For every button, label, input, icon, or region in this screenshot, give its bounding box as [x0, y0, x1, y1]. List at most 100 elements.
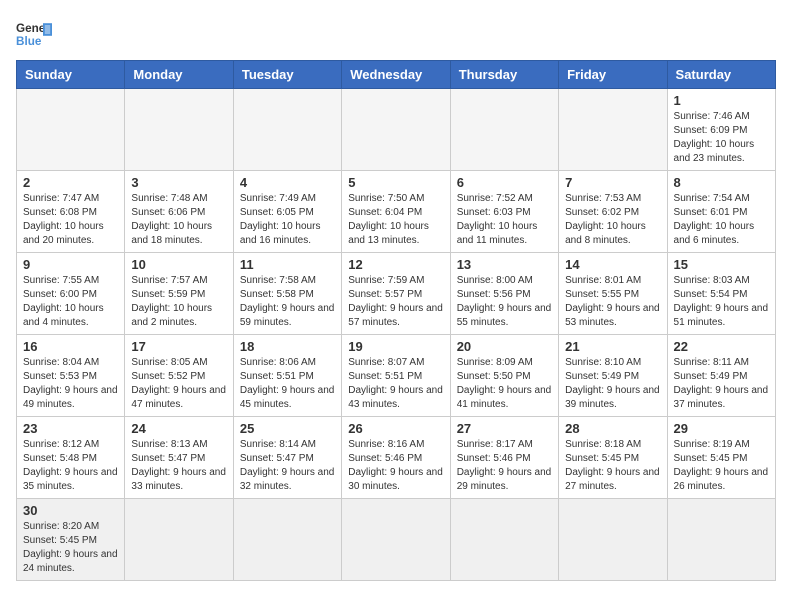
calendar-cell: 23 Sunrise: 8:12 AM Sunset: 5:48 PM Dayli…: [17, 417, 125, 499]
calendar: SundayMondayTuesdayWednesdayThursdayFrid…: [16, 60, 776, 581]
day-number: 22: [674, 339, 769, 354]
day-info: Sunrise: 8:12 AM Sunset: 5:48 PM Dayligh…: [23, 438, 118, 494]
day-info: Sunrise: 7:48 AM Sunset: 6:06 PM Dayligh…: [131, 192, 226, 248]
day-number: 29: [674, 421, 769, 436]
calendar-cell: 2Sunrise: 7:47 AM Sunset: 6:08 PM Daylig…: [17, 171, 125, 253]
weekday-header-monday: Monday: [125, 61, 233, 89]
calendar-cell: 24Sunrise: 8:13 AM Sunset: 5:47 PM Dayli…: [125, 417, 233, 499]
calendar-cell: [17, 89, 125, 171]
day-info: Sunrise: 8:20 AM Sunset: 5:45 PM Dayligh…: [23, 520, 118, 576]
day-info: Sunrise: 8:13 AM Sunset: 5:47 PM Dayligh…: [131, 438, 226, 494]
calendar-cell: 30 Sunrise: 8:20 AM Sunset: 5:45 PM Dayli…: [17, 499, 125, 581]
weekday-header-wednesday: Wednesday: [342, 61, 450, 89]
day-info: Sunrise: 7:46 AM Sunset: 6:09 PM Dayligh…: [674, 110, 769, 166]
week-row-5: 23 Sunrise: 8:12 AM Sunset: 5:48 PM Dayli…: [17, 417, 776, 499]
day-number: 19: [348, 339, 443, 354]
calendar-cell: [125, 499, 233, 581]
day-number: 23: [23, 421, 118, 436]
day-number: 20: [457, 339, 552, 354]
calendar-cell: 16 Sunrise: 8:04 AM Sunset: 5:53 PM Dayli…: [17, 335, 125, 417]
day-info: Sunrise: 7:55 AM Sunset: 6:00 PM Dayligh…: [23, 274, 118, 330]
day-info: Sunrise: 8:19 AM Sunset: 5:45 PM Dayligh…: [674, 438, 769, 494]
calendar-cell: 5 Sunrise: 7:50 AM Sunset: 6:04 PM Daylig…: [342, 171, 450, 253]
week-row-4: 16 Sunrise: 8:04 AM Sunset: 5:53 PM Dayli…: [17, 335, 776, 417]
day-number: 5: [348, 175, 443, 190]
calendar-cell: [233, 499, 341, 581]
day-number: 28: [565, 421, 660, 436]
weekday-header-row: SundayMondayTuesdayWednesdayThursdayFrid…: [17, 61, 776, 89]
logo-icon: General Blue: [16, 16, 52, 52]
day-number: 21: [565, 339, 660, 354]
calendar-cell: 27Sunrise: 8:17 AM Sunset: 5:46 PM Dayli…: [450, 417, 558, 499]
calendar-cell: 8 Sunrise: 7:54 AM Sunset: 6:01 PM Daylig…: [667, 171, 775, 253]
calendar-cell: 14 Sunrise: 8:01 AM Sunset: 5:55 PM Dayli…: [559, 253, 667, 335]
day-number: 30: [23, 503, 118, 518]
day-number: 2: [23, 175, 118, 190]
calendar-cell: 12Sunrise: 7:59 AM Sunset: 5:57 PM Dayli…: [342, 253, 450, 335]
day-number: 11: [240, 257, 335, 272]
day-info: Sunrise: 8:18 AM Sunset: 5:45 PM Dayligh…: [565, 438, 660, 494]
calendar-cell: 1 Sunrise: 7:46 AM Sunset: 6:09 PM Daylig…: [667, 89, 775, 171]
day-number: 8: [674, 175, 769, 190]
calendar-cell: 18 Sunrise: 8:06 AM Sunset: 5:51 PM Dayli…: [233, 335, 341, 417]
day-number: 15: [674, 257, 769, 272]
day-number: 17: [131, 339, 226, 354]
day-info: Sunrise: 8:16 AM Sunset: 5:46 PM Dayligh…: [348, 438, 443, 494]
day-info: Sunrise: 7:57 AM Sunset: 5:59 PM Dayligh…: [131, 274, 226, 330]
calendar-cell: 7Sunrise: 7:53 AM Sunset: 6:02 PM Daylig…: [559, 171, 667, 253]
day-info: Sunrise: 8:06 AM Sunset: 5:51 PM Dayligh…: [240, 356, 335, 412]
calendar-cell: [342, 499, 450, 581]
day-number: 4: [240, 175, 335, 190]
day-info: Sunrise: 8:10 AM Sunset: 5:49 PM Dayligh…: [565, 356, 660, 412]
day-info: Sunrise: 8:01 AM Sunset: 5:55 PM Dayligh…: [565, 274, 660, 330]
calendar-cell: [342, 89, 450, 171]
day-info: Sunrise: 8:07 AM Sunset: 5:51 PM Dayligh…: [348, 356, 443, 412]
day-number: 18: [240, 339, 335, 354]
calendar-cell: 6Sunrise: 7:52 AM Sunset: 6:03 PM Daylig…: [450, 171, 558, 253]
week-row-1: 1 Sunrise: 7:46 AM Sunset: 6:09 PM Daylig…: [17, 89, 776, 171]
day-info: Sunrise: 8:09 AM Sunset: 5:50 PM Dayligh…: [457, 356, 552, 412]
calendar-cell: 11 Sunrise: 7:58 AM Sunset: 5:58 PM Dayli…: [233, 253, 341, 335]
day-number: 7: [565, 175, 660, 190]
calendar-cell: 17 Sunrise: 8:05 AM Sunset: 5:52 PM Dayli…: [125, 335, 233, 417]
day-number: 26: [348, 421, 443, 436]
weekday-header-saturday: Saturday: [667, 61, 775, 89]
day-number: 10: [131, 257, 226, 272]
weekday-header-thursday: Thursday: [450, 61, 558, 89]
day-number: 27: [457, 421, 552, 436]
calendar-cell: [559, 499, 667, 581]
calendar-cell: [450, 89, 558, 171]
day-info: Sunrise: 8:04 AM Sunset: 5:53 PM Dayligh…: [23, 356, 118, 412]
week-row-2: 2Sunrise: 7:47 AM Sunset: 6:08 PM Daylig…: [17, 171, 776, 253]
day-info: Sunrise: 7:49 AM Sunset: 6:05 PM Dayligh…: [240, 192, 335, 248]
weekday-header-tuesday: Tuesday: [233, 61, 341, 89]
logo: General Blue: [16, 16, 52, 52]
calendar-cell: 25Sunrise: 8:14 AM Sunset: 5:47 PM Dayli…: [233, 417, 341, 499]
calendar-cell: [559, 89, 667, 171]
calendar-cell: 13Sunrise: 8:00 AM Sunset: 5:56 PM Dayli…: [450, 253, 558, 335]
calendar-cell: 29 Sunrise: 8:19 AM Sunset: 5:45 PM Dayli…: [667, 417, 775, 499]
day-info: Sunrise: 8:11 AM Sunset: 5:49 PM Dayligh…: [674, 356, 769, 412]
calendar-cell: 9Sunrise: 7:55 AM Sunset: 6:00 PM Daylig…: [17, 253, 125, 335]
day-info: Sunrise: 7:58 AM Sunset: 5:58 PM Dayligh…: [240, 274, 335, 330]
week-row-3: 9Sunrise: 7:55 AM Sunset: 6:00 PM Daylig…: [17, 253, 776, 335]
day-info: Sunrise: 8:00 AM Sunset: 5:56 PM Dayligh…: [457, 274, 552, 330]
calendar-cell: 15Sunrise: 8:03 AM Sunset: 5:54 PM Dayli…: [667, 253, 775, 335]
day-number: 1: [674, 93, 769, 108]
day-info: Sunrise: 7:54 AM Sunset: 6:01 PM Dayligh…: [674, 192, 769, 248]
calendar-cell: 4 Sunrise: 7:49 AM Sunset: 6:05 PM Daylig…: [233, 171, 341, 253]
calendar-cell: 21 Sunrise: 8:10 AM Sunset: 5:49 PM Dayli…: [559, 335, 667, 417]
day-info: Sunrise: 8:05 AM Sunset: 5:52 PM Dayligh…: [131, 356, 226, 412]
calendar-cell: 28 Sunrise: 8:18 AM Sunset: 5:45 PM Dayli…: [559, 417, 667, 499]
svg-text:Blue: Blue: [16, 35, 42, 48]
weekday-header-sunday: Sunday: [17, 61, 125, 89]
day-number: 16: [23, 339, 118, 354]
day-info: Sunrise: 7:50 AM Sunset: 6:04 PM Dayligh…: [348, 192, 443, 248]
day-number: 14: [565, 257, 660, 272]
calendar-cell: [450, 499, 558, 581]
calendar-cell: 22 Sunrise: 8:11 AM Sunset: 5:49 PM Dayli…: [667, 335, 775, 417]
weekday-header-friday: Friday: [559, 61, 667, 89]
day-number: 6: [457, 175, 552, 190]
calendar-cell: [667, 499, 775, 581]
day-info: Sunrise: 7:59 AM Sunset: 5:57 PM Dayligh…: [348, 274, 443, 330]
